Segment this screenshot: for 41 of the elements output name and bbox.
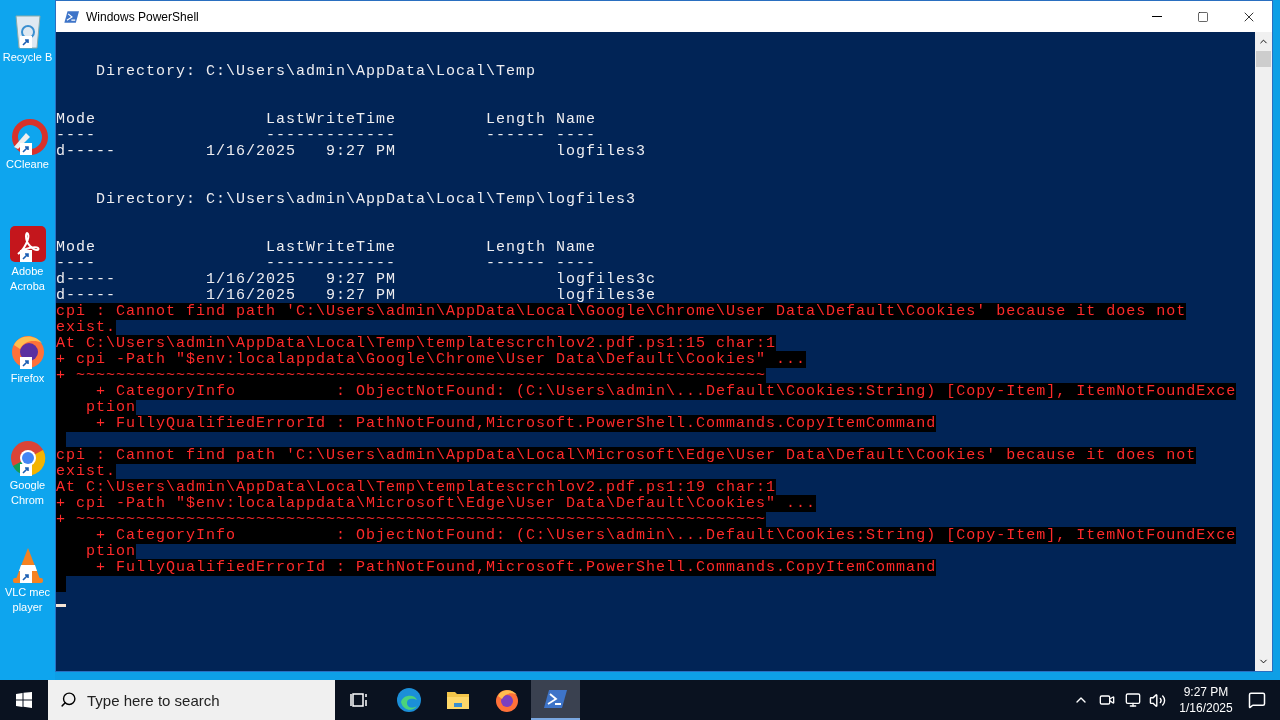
console-line: d----- 1/16/2025 9:27 PM logfiles3 — [56, 143, 647, 160]
search-icon — [60, 691, 77, 708]
windows-logo-icon — [16, 692, 32, 708]
folder-icon — [445, 689, 470, 711]
notification-icon[interactable] — [1248, 691, 1266, 709]
desktop-icon-label[interactable]: VLC mec — [4, 585, 51, 600]
console-line: d----- 1/16/2025 9:27 PM logfiles3e — [56, 287, 657, 304]
console-line: Directory: C:\Users\admin\AppData\Local\Temp — [95, 63, 537, 80]
powershell-icon — [64, 9, 80, 24]
camera-icon[interactable] — [1099, 692, 1115, 708]
console-line: d----- 1/16/2025 9:27 PM logfiles3c — [56, 271, 657, 288]
clock[interactable]: 9:27 PM 1/16/2025 — [1176, 684, 1236, 716]
maximize-icon — [1197, 10, 1209, 23]
desktop-icon-label[interactable]: player — [12, 600, 43, 615]
console-line: ---- ------------- ------ ---- — [56, 127, 597, 144]
scrollbar[interactable] — [1255, 32, 1272, 671]
edge-icon — [395, 687, 422, 713]
clock-time: 9:27 PM — [1183, 684, 1229, 700]
window-title: Windows PowerShell — [86, 8, 199, 26]
desktop-icon-label[interactable]: Recycle B — [2, 50, 53, 65]
desktop-icon-label[interactable]: Acroba — [10, 279, 45, 294]
desktop-icon-label[interactable]: CCleane — [6, 157, 49, 172]
firefox-icon — [493, 687, 520, 713]
network-icon[interactable] — [1125, 692, 1141, 708]
text-cursor — [56, 604, 66, 607]
desktop-icon-label[interactable]: Google — [9, 478, 46, 493]
error-highlight — [56, 576, 66, 592]
console-line: Directory: C:\Users\admin\AppData\Local\Temp\logfiles3 — [95, 191, 637, 208]
scroll-thumb[interactable] — [1256, 51, 1271, 67]
clock-date: 1/16/2025 — [1179, 700, 1233, 716]
desktop-icon-label[interactable]: Chrom — [11, 493, 44, 508]
powershell-icon — [543, 688, 568, 710]
desktop-icon-label[interactable]: Adobe — [11, 264, 44, 279]
volume-icon[interactable] — [1149, 691, 1166, 709]
desktop-icon-label[interactable]: Firefox — [10, 371, 45, 386]
search-field[interactable]: Type here to search — [48, 680, 335, 720]
console-line: Mode LastWriteTime Length Name — [56, 111, 597, 128]
console-line: ---- ------------- ------ ---- — [56, 255, 597, 272]
console-line: Mode LastWriteTime Length Name — [56, 239, 597, 256]
task-view-icon — [349, 690, 370, 710]
minimize-icon — [1152, 16, 1162, 17]
